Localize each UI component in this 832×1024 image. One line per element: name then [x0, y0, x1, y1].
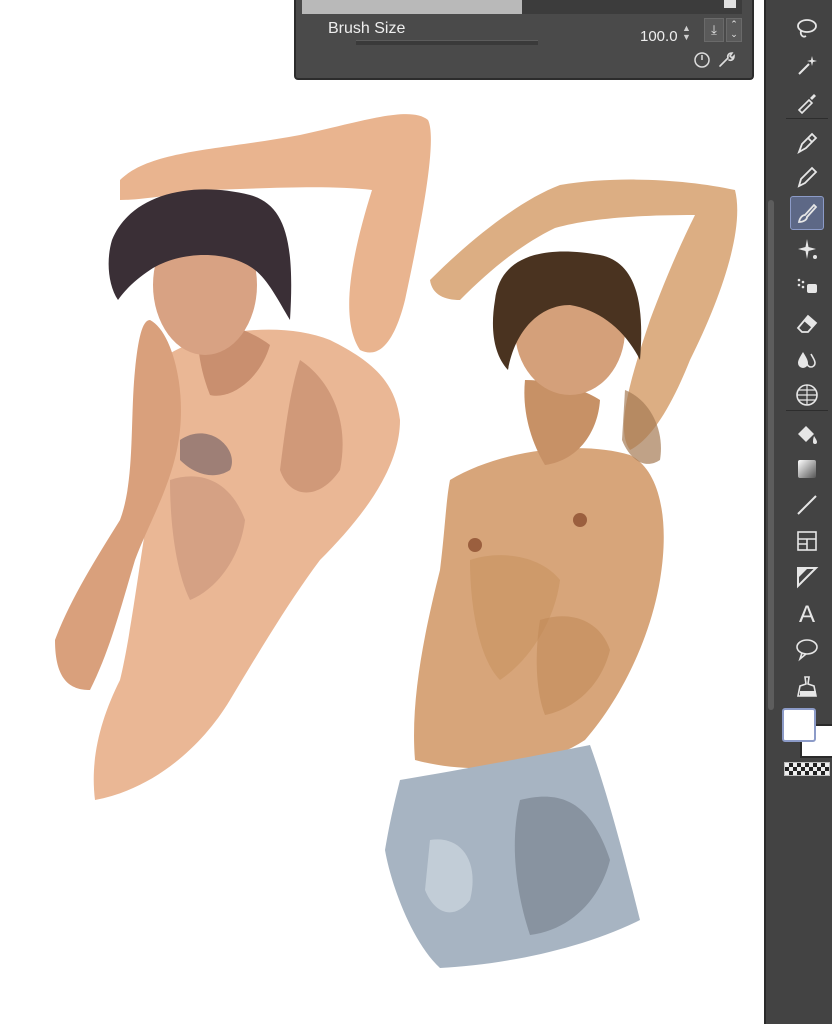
decoration-icon-glyph [798, 239, 817, 259]
magic-wand-icon[interactable] [790, 48, 824, 82]
eyedropper-icon[interactable] [790, 84, 824, 118]
pencil-icon-glyph [797, 166, 818, 188]
transparent-color-swatch[interactable] [784, 762, 830, 776]
brush-size-value[interactable]: 100.0 [640, 28, 678, 45]
brush-icon-glyph [797, 203, 818, 223]
slider-knob[interactable] [724, 0, 736, 8]
artwork [55, 114, 738, 968]
brush-size-panel: Brush Size 100.0 ▲ ▼ ⤓ ⌃ ⌄ [294, 0, 754, 80]
left-figure [55, 114, 431, 800]
download-icon[interactable]: ⤓ [704, 18, 724, 42]
correction-icon[interactable] [790, 670, 824, 704]
balloon-icon-glyph [796, 639, 818, 662]
gradient-icon-glyph [798, 460, 816, 478]
value-spinner-icon[interactable]: ▲ ▼ [682, 24, 692, 44]
lasso-icon[interactable] [790, 12, 824, 46]
decoration-icon[interactable] [790, 232, 824, 266]
gradient-icon[interactable] [790, 452, 824, 486]
pencil-icon[interactable] [790, 160, 824, 194]
eyedropper-icon-glyph [797, 94, 816, 114]
magic-wand-icon-glyph [798, 56, 817, 75]
opacity-slider[interactable] [302, 0, 742, 14]
fill-icon-glyph [798, 426, 817, 444]
spin-chevron-icon[interactable]: ⌃ ⌄ [726, 18, 742, 42]
wrench-icon[interactable] [716, 50, 736, 70]
frame-icon[interactable] [790, 524, 824, 558]
ruler-icon-glyph [797, 567, 819, 589]
airbrush-icon-glyph [797, 278, 817, 293]
pressure-settings-icon[interactable] [692, 50, 712, 70]
mesh-transform-icon[interactable] [790, 378, 824, 412]
eraser-icon[interactable] [790, 306, 824, 340]
balloon-icon[interactable] [790, 632, 824, 666]
ruler-icon[interactable] [790, 560, 824, 594]
tool-palette-scrollbar[interactable] [768, 200, 774, 710]
tool-group-divider [786, 118, 828, 119]
blend-icon[interactable] [790, 342, 824, 376]
line-icon-glyph [797, 495, 817, 515]
brush-icon[interactable] [790, 196, 824, 230]
right-figure [385, 179, 738, 968]
blend-icon-glyph [798, 352, 816, 368]
pen-icon-glyph [797, 132, 818, 155]
frame-icon-glyph [797, 531, 817, 551]
airbrush-icon[interactable] [790, 268, 824, 302]
opacity-slider-fill [302, 0, 522, 14]
fill-icon[interactable] [790, 418, 824, 452]
correction-icon-glyph [797, 676, 817, 697]
brush-size-slider[interactable] [356, 40, 538, 45]
text-icon[interactable]: A [790, 596, 824, 630]
text-icon-glyph: A [799, 601, 815, 626]
main-color-swatch[interactable] [782, 708, 816, 742]
svg-text:A: A [799, 601, 815, 626]
brush-size-label: Brush Size [328, 20, 406, 37]
mesh-transform-icon-glyph [796, 384, 818, 406]
lasso-icon-glyph [797, 19, 817, 38]
eraser-icon-glyph [796, 314, 818, 333]
tool-group-divider [786, 410, 828, 411]
drawing-canvas[interactable] [0, 0, 764, 1024]
line-icon[interactable] [790, 488, 824, 522]
pen-icon[interactable] [790, 126, 824, 160]
